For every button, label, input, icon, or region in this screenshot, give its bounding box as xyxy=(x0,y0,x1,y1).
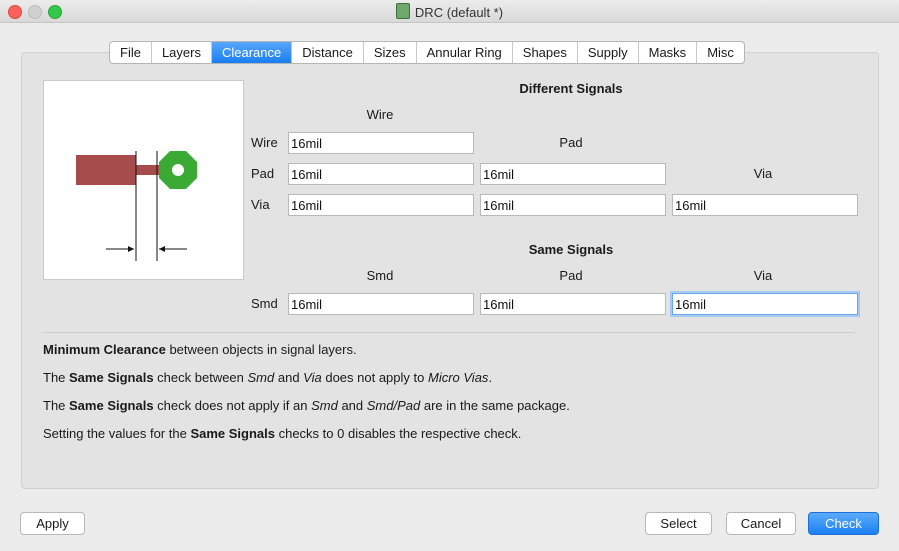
wire-wire-clearance-input[interactable] xyxy=(288,132,474,154)
desc-bold: Same Signals xyxy=(69,370,154,385)
app-icon xyxy=(395,3,410,19)
row-label-via: Via xyxy=(251,197,270,212)
desc-text: and xyxy=(274,370,304,385)
col-header-smd: Smd xyxy=(366,268,394,283)
desc-text: between objects in signal layers. xyxy=(165,342,357,357)
window-title: DRC (default *) xyxy=(0,3,899,20)
description-line-2: The Same Signals check between Smd and V… xyxy=(43,370,492,385)
row-label-smd: Smd xyxy=(251,296,278,311)
desc-text: The xyxy=(43,370,70,385)
tab-supply[interactable]: Supply xyxy=(578,42,639,63)
desc-italic: Smd xyxy=(311,398,338,413)
col-header-pad: Pad xyxy=(559,135,583,150)
tab-bar: File Layers Clearance Distance Sizes Ann… xyxy=(109,41,745,64)
row-label-pad: Pad xyxy=(251,166,275,181)
different-signals-heading: Different Signals xyxy=(519,81,623,96)
clearance-preview-image xyxy=(43,80,244,280)
desc-text: checks to 0 disables the respective chec… xyxy=(274,426,522,441)
arrowhead-left xyxy=(128,246,134,252)
desc-text: does not apply to xyxy=(321,370,428,385)
col-header-via: Via xyxy=(753,166,773,181)
tab-shapes[interactable]: Shapes xyxy=(513,42,578,63)
arrowhead-right xyxy=(159,246,165,252)
tab-masks[interactable]: Masks xyxy=(639,42,698,63)
pad-pad-clearance-input[interactable] xyxy=(480,163,666,185)
apply-button[interactable]: Apply xyxy=(20,512,85,535)
col-header-same-via: Via xyxy=(753,268,773,283)
clearance-diagram xyxy=(76,151,197,261)
via-wire-clearance-input[interactable] xyxy=(288,194,474,216)
tab-misc[interactable]: Misc xyxy=(697,42,744,63)
desc-italic: Smd xyxy=(247,370,275,385)
smd-via-clearance-input[interactable] xyxy=(672,293,858,315)
via-pad-clearance-input[interactable] xyxy=(480,194,666,216)
wire-shape xyxy=(76,155,136,185)
tab-clearance[interactable]: Clearance xyxy=(211,42,293,63)
desc-text: Setting the values for the xyxy=(43,426,191,441)
desc-italic: Micro Vias xyxy=(427,370,489,385)
col-header-wire: Wire xyxy=(366,107,394,122)
tab-layers[interactable]: Layers xyxy=(152,42,212,63)
smd-pad-clearance-input[interactable] xyxy=(480,293,666,315)
via-via-clearance-input[interactable] xyxy=(672,194,858,216)
desc-italic: Via xyxy=(303,370,322,385)
description-line-1: Minimum Clearance between objects in sig… xyxy=(43,342,357,357)
desc-bold: Minimum Clearance xyxy=(43,342,166,357)
desc-text: The xyxy=(43,398,70,413)
via-drill-hole xyxy=(172,164,184,176)
col-header-same-pad: Pad xyxy=(559,268,583,283)
desc-italic: Smd/Pad xyxy=(366,398,421,413)
check-button[interactable]: Check xyxy=(808,512,879,535)
desc-bold: Same Signals xyxy=(69,398,154,413)
tab-annular-ring[interactable]: Annular Ring xyxy=(417,42,513,63)
cancel-button[interactable]: Cancel xyxy=(726,512,796,535)
desc-text: check between xyxy=(153,370,248,385)
window-title-text: DRC (default *) xyxy=(414,5,504,20)
description-line-4: Setting the values for the Same Signals … xyxy=(43,426,521,441)
select-button[interactable]: Select xyxy=(645,512,712,535)
same-signals-heading: Same Signals xyxy=(528,242,614,257)
desc-text: are in the same package. xyxy=(420,398,570,413)
desc-text: and xyxy=(337,398,367,413)
pad-wire-clearance-input[interactable] xyxy=(288,163,474,185)
drc-window: DRC (default *) File Layers Clearance Di… xyxy=(0,0,899,551)
desc-bold: Same Signals xyxy=(190,426,275,441)
title-bar: DRC (default *) xyxy=(0,0,899,23)
desc-text: check does not apply if an xyxy=(153,398,312,413)
desc-text: . xyxy=(488,370,493,385)
tab-distance[interactable]: Distance xyxy=(292,42,364,63)
tab-file[interactable]: File xyxy=(110,42,152,63)
description-line-3: The Same Signals check does not apply if… xyxy=(43,398,570,413)
row-label-wire: Wire xyxy=(251,135,278,150)
separator xyxy=(43,332,855,333)
smd-smd-clearance-input[interactable] xyxy=(288,293,474,315)
tab-sizes[interactable]: Sizes xyxy=(364,42,417,63)
